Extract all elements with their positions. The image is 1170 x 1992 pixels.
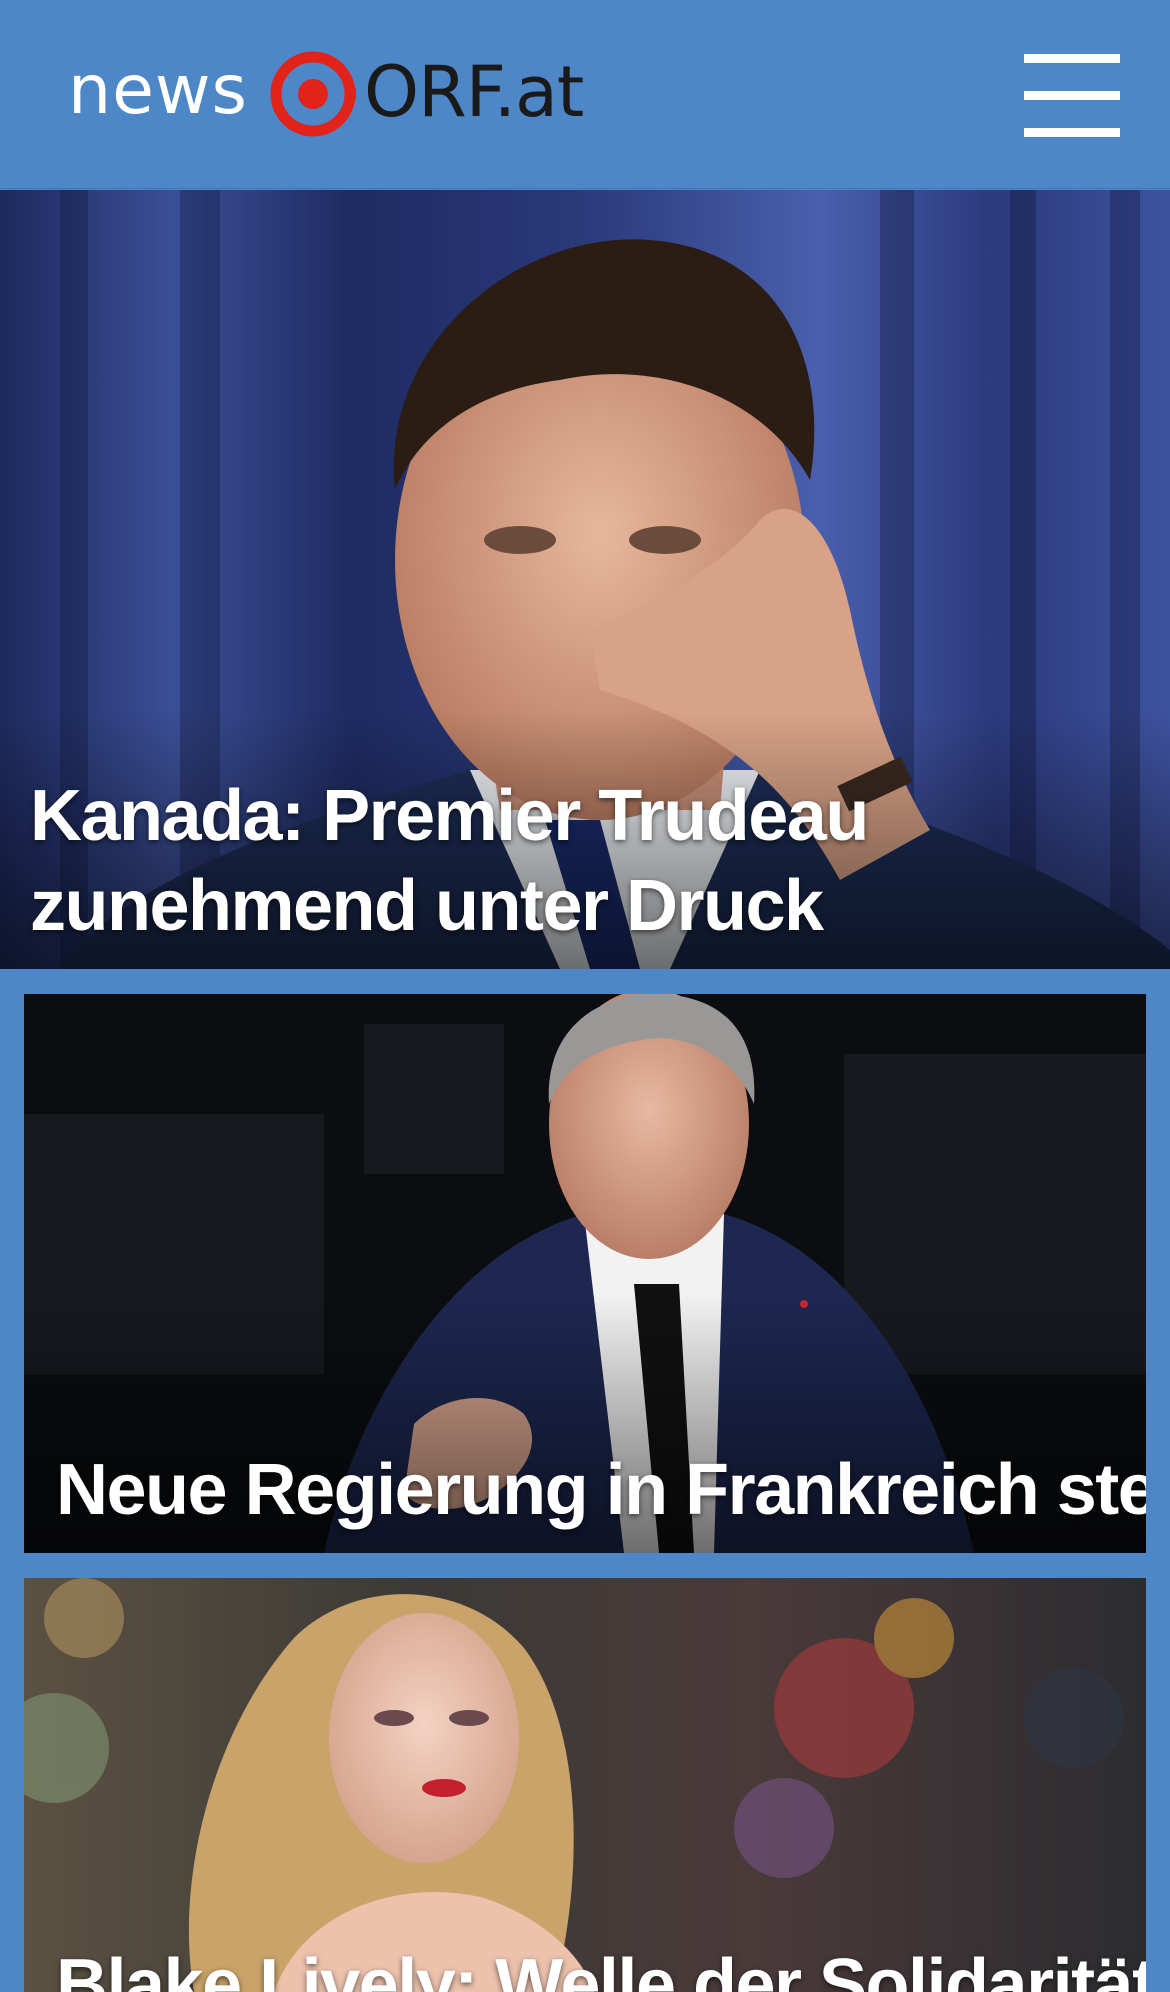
site-logo[interactable]: news ORF.at [68,48,584,140]
story-title: Kanada: Premier Trudeau zunehmend unter … [30,776,869,946]
logo-orf-text: ORF.at [363,51,584,133]
app-header: news ORF.at [0,0,1170,189]
story-card-blake-lively[interactable]: Blake Lively: Welle der Solidarität [24,1578,1146,1992]
story-card-frankreich[interactable]: Neue Regierung in Frankreich steht [24,994,1146,1553]
logo-news-text: news [68,51,248,130]
story-image-blake-lively [24,1578,1146,1992]
hamburger-menu-icon[interactable] [1024,52,1122,137]
story-title: Blake Lively: Welle der Solidarität [56,1945,1146,1992]
orf-eye-icon [270,51,356,137]
story-card-trudeau[interactable]: Kanada: Premier Trudeau zunehmend unter … [0,190,1170,969]
story-title: Neue Regierung in Frankreich steht [56,1450,1146,1530]
